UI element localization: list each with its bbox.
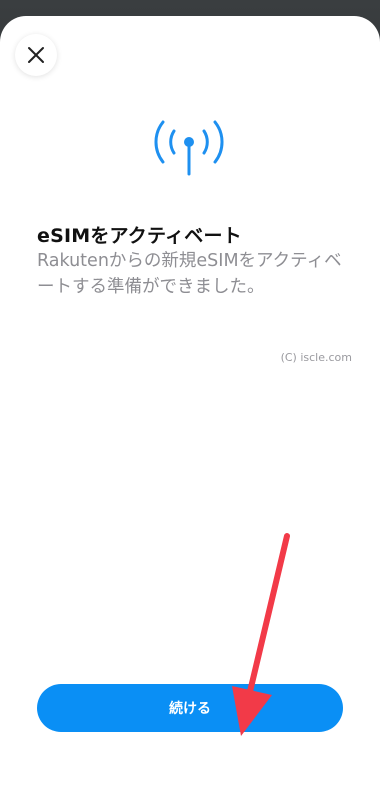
cellular-antenna-icon [154, 120, 224, 176]
continue-button[interactable]: 続ける [37, 684, 343, 732]
esim-activation-sheet: eSIMをアクティベート Rakutenからの新規eSIMをアクティベートする準… [0, 16, 380, 785]
close-button[interactable] [15, 34, 57, 76]
dialog-title: eSIMをアクティベート [37, 225, 242, 247]
dialog-description: Rakutenからの新規eSIMをアクティベートする準備ができました。 [37, 251, 342, 297]
close-icon [28, 47, 44, 63]
watermark: (C) iscle.com [280, 351, 352, 364]
